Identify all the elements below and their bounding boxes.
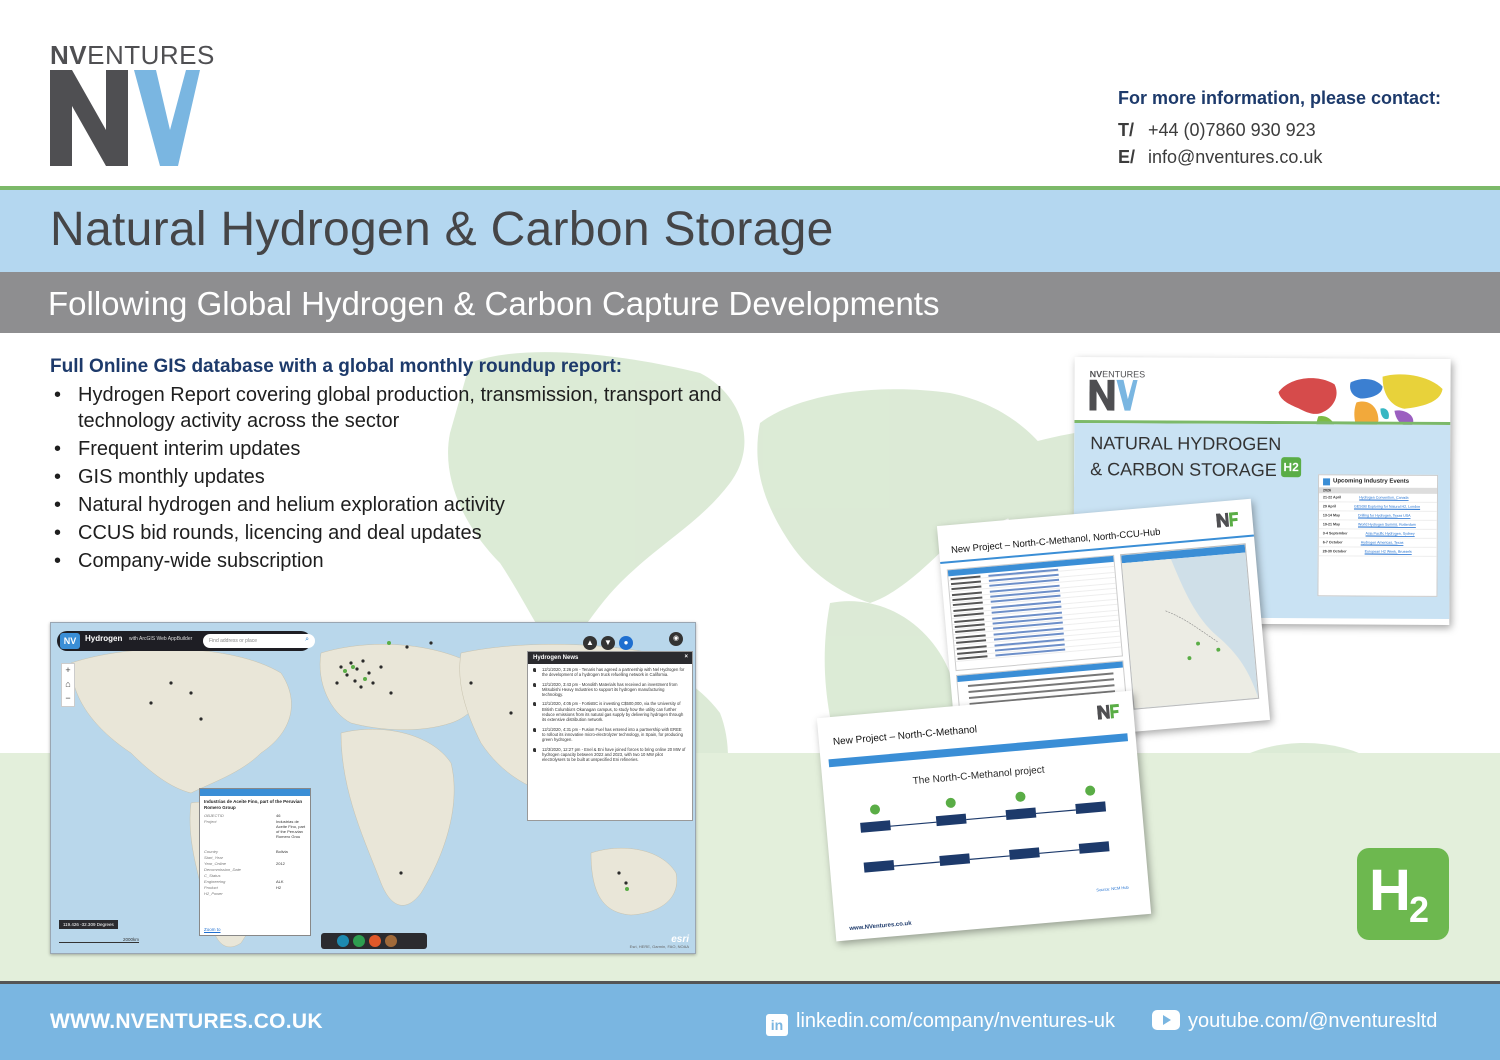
news-item[interactable]: 12/1/2020, 3:26 pm - Tenaris has agreed … — [533, 667, 686, 678]
contact-block: For more information, please contact: T/… — [1118, 88, 1448, 171]
home-icon[interactable]: ⌂ — [62, 678, 74, 692]
news-item[interactable]: 12/3/2020, 12:27 pm - Enel & Eni have jo… — [533, 747, 686, 763]
project-location-map — [1120, 543, 1260, 710]
youtube-icon — [1152, 1010, 1180, 1030]
feature-popup: Industrias de Aceite Fino, part of the P… — [199, 788, 311, 936]
popup-row: Project Industrias de Aceite Fino, part o… — [204, 819, 306, 839]
coordinate-readout: 119.426 -32.309 Degrees — [59, 920, 118, 929]
zoom-control: + ⌂ − — [61, 663, 75, 707]
widget-print-icon[interactable] — [385, 935, 397, 947]
popup-titlebar — [200, 789, 310, 796]
feature-item: GIS monthly updates — [54, 464, 774, 490]
feature-item: Hydrogen Report covering global producti… — [54, 382, 774, 434]
popup-row: H2_Power — [204, 891, 223, 896]
feature-item: CCUS bid rounds, licencing and deal upda… — [54, 520, 774, 546]
widget-list-icon[interactable] — [353, 935, 365, 947]
popup-zoom-link[interactable]: Zoom to — [204, 927, 221, 932]
gis-header-bar: NV Hydrogen with ArcGIS Web AppBuilder F… — [57, 631, 315, 651]
intro-heading: Full Online GIS database with a global m… — [50, 356, 623, 377]
nventures-small-logo — [1215, 511, 1239, 528]
page-website: www.NVentures.co.uk — [849, 920, 912, 933]
hydrogen-news-panel: Hydrogen News × 12/1/2020, 3:26 pm - Tena… — [527, 651, 693, 821]
feature-item: Company-wide subscription — [54, 548, 774, 574]
feature-item: Frequent interim updates — [54, 436, 774, 462]
logo-wordmark: NVENTURES — [50, 40, 215, 70]
filter-icon[interactable]: ▼ — [601, 636, 615, 650]
diagram-source: Source: NCM Hub — [1096, 884, 1129, 893]
title-band: Natural Hydrogen & Carbon Storage — [0, 190, 1500, 272]
h2-badge: H2 — [1357, 848, 1449, 940]
cover-logo-mark — [1089, 379, 1138, 411]
event-row: 28-30 October European H2 Week, Brussels — [1318, 547, 1437, 557]
nv-logo-mark — [50, 70, 200, 166]
footer-linkedin-link[interactable]: in linkedin.com/company/nventures-uk — [766, 1010, 1115, 1036]
feature-list: Hydrogen Report covering global producti… — [54, 382, 774, 576]
news-item[interactable]: 12/1/2020, 4:31 pm - Fusion Fuel has ent… — [533, 727, 686, 743]
news-item[interactable]: 12/1/2020, 4:05 pm - FortisBC is investi… — [533, 701, 686, 722]
linkedin-icon: in — [766, 1014, 788, 1036]
close-icon[interactable]: × — [684, 654, 688, 660]
widget-filter-icon[interactable] — [369, 935, 381, 947]
scale-bar: 2000km — [59, 937, 139, 943]
project-summary-table — [946, 554, 1123, 672]
gis-map-screenshot: NV Hydrogen with ArcGIS Web AppBuilder F… — [50, 622, 696, 954]
news-panel-header: Hydrogen News × — [528, 652, 692, 664]
cover-h2-badge: H2 — [1281, 457, 1302, 478]
zoom-in-button[interactable]: + — [62, 664, 74, 678]
feature-item: Natural hydrogen and helium exploration … — [54, 492, 774, 518]
news-list: 12/1/2020, 3:26 pm - Tenaris has agreed … — [528, 664, 692, 762]
news-item[interactable]: 12/1/2020, 3:43 pm - Monolith Materials … — [533, 682, 686, 698]
gis-app-logo: NV — [60, 633, 80, 649]
project-page-title: New Project – North-C-Methanol — [832, 724, 978, 748]
page-subtitle: Following Global Hydrogen & Carbon Captu… — [48, 285, 940, 322]
subtitle-band: Following Global Hydrogen & Carbon Captu… — [0, 272, 1500, 333]
upcoming-events-box: Upcoming Industry Events 2026 21-22 Apri… — [1317, 474, 1439, 597]
footer: WWW.NVENTURES.CO.UK in linkedin.com/compa… — [0, 984, 1500, 1060]
footer-website-link[interactable]: WWW.NVENTURES.CO.UK — [50, 1010, 323, 1034]
locate-icon[interactable]: ● — [619, 636, 633, 650]
project-page-2: New Project – North-C-Methanol The North… — [816, 690, 1152, 942]
nventures-small-logo — [1096, 703, 1119, 720]
contact-title: For more information, please contact: — [1118, 88, 1442, 108]
search-icon[interactable]: ⌕ — [305, 636, 309, 644]
visibility-toggle-icon[interactable]: ◉ — [669, 632, 683, 646]
popup-title: Industrias de Aceite Fino, part of the P… — [204, 799, 303, 810]
layers-icon[interactable]: ▲ — [583, 636, 597, 650]
page-title: Natural Hydrogen & Carbon Storage — [50, 203, 834, 256]
footer-youtube-link[interactable]: youtube.com/@nventuresltd — [1152, 1010, 1437, 1033]
process-flow-diagram — [860, 785, 1110, 873]
contact-email[interactable]: E/info@nventures.co.uk — [1118, 144, 1448, 171]
gis-app-subtitle: with ArcGIS Web AppBuilder — [129, 636, 193, 642]
gis-app-title: Hydrogen — [85, 634, 123, 643]
widget-dock — [321, 933, 427, 949]
widget-layer-icon[interactable] — [337, 935, 349, 947]
cover-title: NATURAL HYDROGEN & CARBON STORAGE — [1090, 433, 1282, 481]
cover-wordmark: NVENTURES — [1089, 369, 1146, 380]
nventures-logo: NVENTURES — [50, 40, 215, 166]
gis-toolbar: ▲ ▼ ● — [583, 632, 637, 650]
gis-search-input[interactable]: Find address or place ⌕ — [203, 634, 315, 648]
zoom-out-button[interactable]: − — [62, 692, 74, 706]
events-title: Upcoming Industry Events — [1319, 475, 1437, 488]
contact-phone[interactable]: T/+44 (0)7860 930 923 — [1118, 117, 1448, 144]
map-attribution: Esri, HERE, Garmin, FAO, NOAA — [629, 944, 689, 949]
